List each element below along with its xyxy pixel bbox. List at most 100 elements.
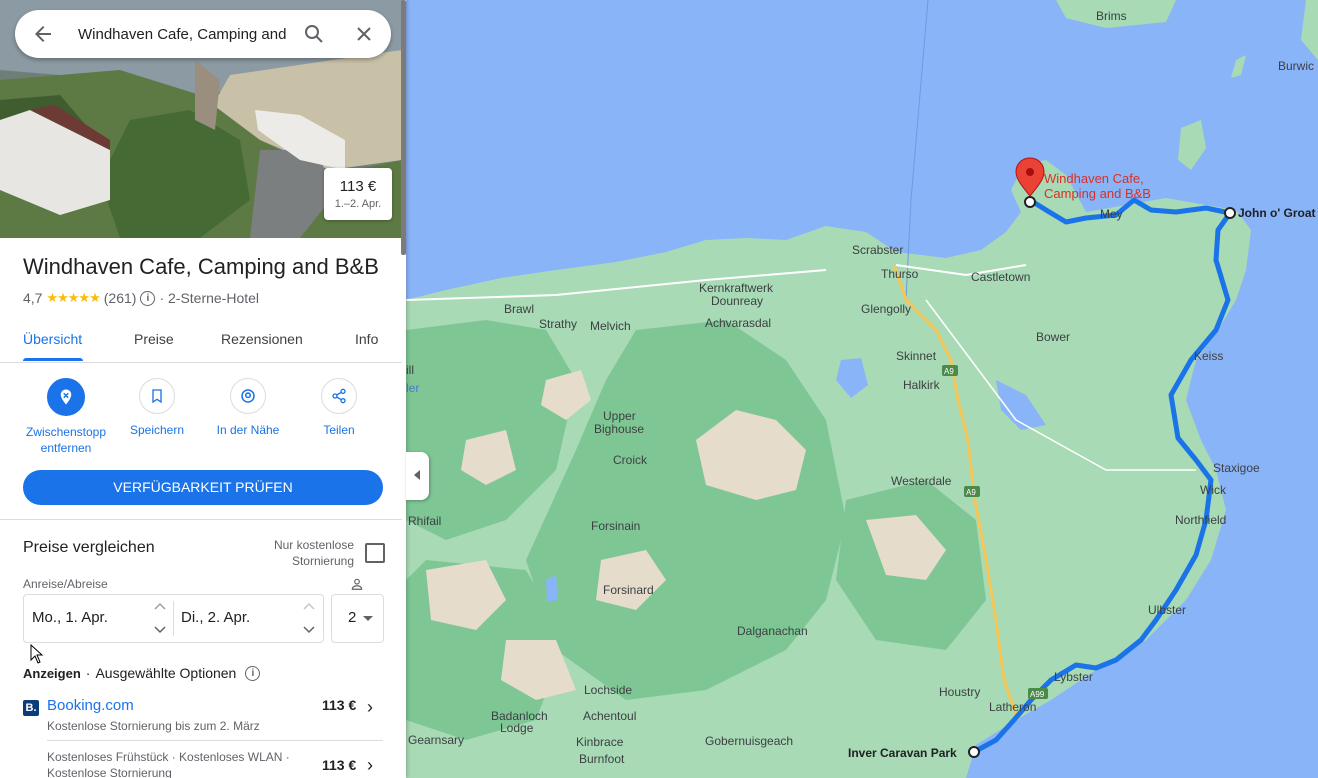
provider-divider [47,740,383,741]
hero-price: 113 € [339,178,377,195]
provider-row-2[interactable]: Kostenloses Frühstück · Kostenloses WLAN… [23,749,383,778]
map-label-edge2: ler [406,381,419,395]
checkin-up-icon[interactable] [153,601,167,611]
map-label-keiss: Keiss [1194,349,1223,363]
info-icon[interactable]: i [140,290,156,306]
compare-prices-title: Preise vergleichen [23,539,155,556]
save-button[interactable]: Speichern [112,378,202,438]
route-stop-inver[interactable] [968,746,980,758]
search-input[interactable] [78,22,288,46]
mouse-cursor-icon [30,644,44,664]
ads-info-icon[interactable]: i [245,665,261,681]
chevron-left-icon [414,470,420,480]
map-label-forsinain: Forsinain [591,519,640,533]
map-label-inver-caravan-park: Inver Caravan Park [848,746,957,760]
map-label-houstry: Houstry [939,685,980,699]
chevron-right-icon[interactable]: › [367,697,373,718]
map-label-bighouse: Bighouse [594,422,644,436]
checkin-date[interactable]: Mo., 1. Apr. [32,609,108,626]
place-tabs: Übersicht Preise Rezensionen Info [0,322,402,363]
search-icon[interactable] [302,22,326,46]
road-shield-a9-1-label: A9 [944,367,954,376]
section-divider [0,519,402,520]
map-label-westerdale: Westerdale [891,474,952,488]
map-label-croick: Croick [613,453,648,467]
checkout-date[interactable]: Di., 2. Apr. [181,609,250,626]
checkout-up-icon[interactable] [302,601,316,611]
provider-name[interactable]: Booking.com [47,697,134,714]
guest-count-select[interactable]: 2 [331,594,384,643]
tab-reviews[interactable]: Rezensionen [221,331,303,347]
provider-2-subtitle: Kostenloses Frühstück · Kostenloses WLAN… [47,750,290,778]
search-box[interactable] [15,10,391,58]
place-title: Windhaven Cafe, Camping and B&B [23,254,379,279]
map-label-glengolly: Glengolly [861,302,911,316]
map-canvas[interactable]: Brims Burwic Windhaven Cafe, Camping and… [406,0,1318,778]
dropdown-arrow-icon [363,616,373,621]
person-icon [351,578,363,590]
remove-stop-button[interactable]: Zwischenstopp entfernen [21,378,111,456]
tab-prices[interactable]: Preise [134,331,174,347]
map-label-skinnet: Skinnet [896,349,937,363]
map-label-northfield: Northfield [1175,513,1226,527]
map-label-achentoul: Achentoul [583,709,636,723]
provider-row[interactable]: B. Booking.com Kostenlose Stornierung bi… [23,697,383,737]
map-label-ulbster: Ulbster [1148,603,1186,617]
ads-dot: · [85,665,91,681]
remove-stop-label: Zwischenstopp entfernen [25,425,107,455]
map-label-mey: Mey [1100,207,1123,221]
collapse-panel-button[interactable] [406,452,429,500]
bookmark-icon [139,378,175,414]
tab-overview[interactable]: Übersicht [23,331,82,347]
map-label-melvich: Melvich [590,319,631,333]
review-count[interactable]: (261) [104,290,137,306]
map-label-thurso: Thurso [881,267,919,281]
map-label-burnfoot: Burnfoot [579,752,625,766]
map-label-wick: Wick [1200,483,1227,497]
map-label-destination[interactable]: Windhaven Cafe, [1044,171,1144,186]
place-panel: 113 € 1.–2. Apr. Windhaven Cafe, Camping… [0,0,406,778]
map-label-edge1: ill [406,363,414,377]
hero-price-badge[interactable]: 113 € 1.–2. Apr. [324,168,392,220]
rating-value: 4,7 [23,290,43,306]
map-svg[interactable]: Brims Burwic Windhaven Cafe, Camping and… [406,0,1318,778]
share-button[interactable]: Teilen [294,378,384,438]
free-cancellation-checkbox[interactable] [365,543,385,563]
map-label-destination-2[interactable]: Camping and B&B [1044,186,1151,201]
hotel-category: · 2-Sterne-Hotel [159,290,260,306]
map-label-kernkraftwerk: Kernkraftwerk [699,281,774,295]
map-label-kinbrace: Kinbrace [576,735,624,749]
road-shield-a9-2-label: A9 [966,488,976,497]
map-label-gearnsary: Gearnsary [408,733,464,747]
map-label-castletown: Castletown [971,270,1030,284]
road-shield-a99-label: A99 [1030,690,1045,699]
ads-row: Anzeigen · Ausgewählte Optionen i [23,665,261,681]
tab-info[interactable]: Info [355,331,378,347]
hero-dates: 1.–2. Apr. [334,198,382,210]
provider-subtitle: Kostenlose Stornierung bis zum 2. März [47,719,260,733]
map-label-forsinard: Forsinard [603,583,654,597]
map-label-staxigoe: Staxigoe [1213,461,1260,475]
back-arrow-icon[interactable] [31,22,55,46]
checkout-down-icon[interactable] [302,625,316,635]
remove-stop-icon [47,378,85,416]
nearby-label: In der Nähe [216,423,280,437]
date-separator [173,601,174,636]
check-availability-button[interactable]: VERFÜGBARKEIT PRÜFEN [23,470,383,505]
share-label: Teilen [323,423,355,437]
rating-row: 4,7 ★★★★★ (261) i · 2-Sterne-Hotel [23,290,259,306]
map-label-brims: Brims [1096,9,1127,23]
chevron-right-icon-2[interactable]: › [367,755,373,776]
route-stop-john-o-groats[interactable] [1224,207,1236,219]
ads-label: Anzeigen [23,665,81,681]
route-stop-windhaven[interactable] [1024,196,1036,208]
action-buttons: Zwischenstopp entfernen Speichern In der… [0,378,402,458]
panel-scrollbar[interactable] [401,0,406,255]
ads-options-label: Ausgewählte Optionen [95,665,237,681]
free-cancellation-label: Nur kostenlose Stornierung [273,538,354,568]
provider-2-price: 113 € [322,757,357,773]
map-label-scrabster: Scrabster [852,243,903,257]
close-icon[interactable] [352,22,376,46]
nearby-button[interactable]: In der Nähe [203,378,293,438]
checkin-down-icon[interactable] [153,625,167,635]
